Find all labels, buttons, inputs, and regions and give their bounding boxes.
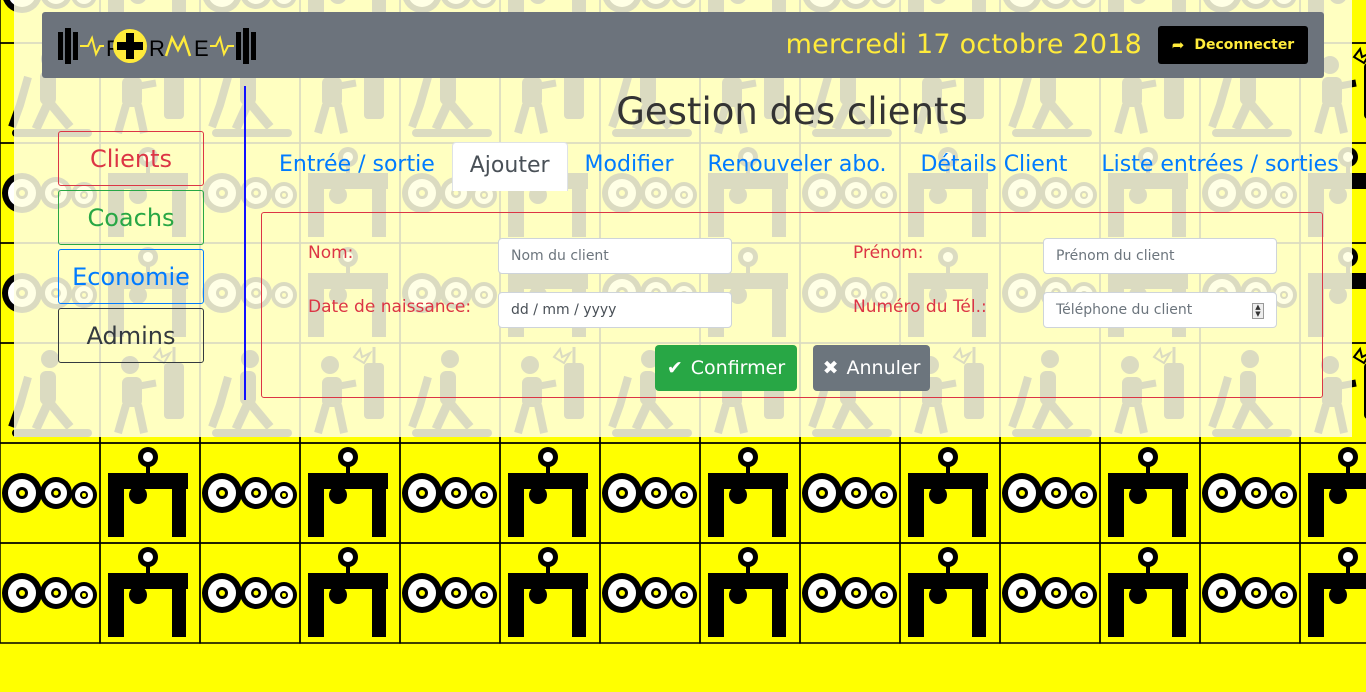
sidebar-item-coachs[interactable]: Coachs — [58, 190, 204, 245]
current-date: mercredi 17 octobre 2018 — [785, 29, 1142, 60]
sidebar-item-clients[interactable]: Clients — [58, 131, 204, 186]
logout-button[interactable]: ➦ Deconnecter — [1158, 26, 1308, 64]
confirm-label: Confirmer — [690, 357, 786, 379]
dob-label: Date de naissance: — [308, 297, 472, 317]
sign-out-icon: ➦ — [1171, 36, 1185, 54]
forme-logo: F R E — [58, 28, 256, 64]
tab-renouveler[interactable]: Renouveler abo. — [691, 142, 904, 190]
check-icon: ✔ — [666, 357, 683, 379]
svg-text:R: R — [149, 36, 165, 61]
vertical-divider — [244, 86, 246, 400]
prenom-label: Prénom: — [853, 243, 924, 263]
tel-label: Numéro du Tél.: — [853, 297, 987, 317]
top-bar: F R E mercredi 17 octobre 2018 ➦ Deconne… — [42, 12, 1324, 78]
cancel-label: Annuler — [846, 357, 921, 379]
prenom-input[interactable]: Prénom du client — [1043, 238, 1277, 274]
tel-input[interactable]: Téléphone du client ▲ ▼ — [1043, 292, 1277, 328]
cancel-button[interactable]: ✖ Annuler — [813, 345, 930, 391]
nom-label: Nom: — [308, 243, 354, 263]
tab-details-client[interactable]: Détails Client — [903, 142, 1084, 190]
tab-liste-entrees[interactable]: Liste entrées / sorties — [1084, 142, 1355, 190]
number-stepper-icon[interactable]: ▲ ▼ — [1252, 303, 1264, 319]
tab-modifier[interactable]: Modifier — [568, 142, 691, 190]
sidebar-item-admins[interactable]: Admins — [58, 308, 204, 363]
tab-bar: Entrée / sortie Ajouter Modifier Renouve… — [262, 142, 1356, 191]
side-menu: Clients Coachs Economie Admins — [58, 131, 204, 367]
close-icon: ✖ — [822, 357, 839, 379]
confirm-button[interactable]: ✔ Confirmer — [655, 345, 797, 391]
nom-input[interactable]: Nom du client — [498, 238, 732, 274]
tel-placeholder: Téléphone du client — [1056, 302, 1193, 318]
tab-entree-sortie[interactable]: Entrée / sortie — [262, 142, 452, 190]
svg-text:E: E — [194, 36, 209, 61]
logout-label: Deconnecter — [1194, 37, 1295, 53]
page-title: Gestion des clients — [616, 90, 968, 133]
dob-input[interactable]: dd / mm / yyyy — [498, 292, 732, 328]
tab-ajouter[interactable]: Ajouter — [451, 142, 568, 191]
sidebar-item-economie[interactable]: Economie — [58, 249, 204, 304]
